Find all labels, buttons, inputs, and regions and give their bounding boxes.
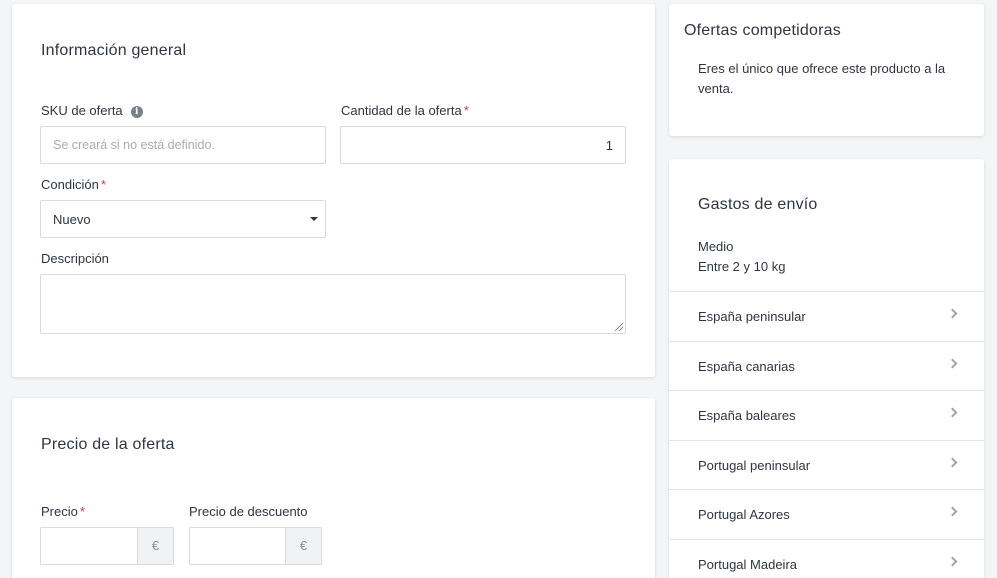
currency-addon: €	[285, 528, 321, 564]
region-label: Portugal Azores	[698, 507, 790, 522]
chevron-right-icon	[947, 407, 958, 418]
condition-select[interactable]: Nuevo	[40, 200, 326, 238]
resize-handle-icon[interactable]	[615, 323, 623, 331]
info-icon[interactable]: i	[130, 106, 143, 118]
shipping-region-espana-peninsular[interactable]: España peninsular	[669, 291, 984, 340]
price-label: Precio *	[41, 504, 85, 519]
chevron-right-icon	[947, 457, 958, 468]
shipping-size: Medio	[698, 239, 734, 254]
chevron-right-icon	[947, 358, 958, 369]
shipping-region-portugal-peninsular[interactable]: Portugal peninsular	[669, 440, 984, 489]
shipping-region-portugal-azores[interactable]: Portugal Azores	[669, 489, 984, 538]
competitor-offers-message: Eres el único que ofrece este producto a…	[698, 61, 946, 96]
condition-label: Condición *	[41, 177, 106, 192]
region-label: España peninsular	[698, 309, 806, 324]
condition-label-text: Condición	[41, 177, 99, 192]
price-title: Precio de la oferta	[41, 436, 175, 453]
description-label: Descripción	[41, 251, 109, 266]
chevron-right-icon	[947, 308, 958, 319]
condition-value: Nuevo	[53, 212, 91, 227]
shipping-region-portugal-madeira[interactable]: Portugal Madeira	[669, 539, 984, 578]
description-textarea[interactable]	[40, 274, 626, 334]
currency-addon: €	[137, 528, 173, 564]
chevron-right-icon	[947, 506, 958, 517]
discount-price-label: Precio de descuento	[189, 504, 308, 519]
price-card: Precio de la oferta Precio * € Precio de …	[12, 398, 655, 578]
required-mark: *	[79, 504, 85, 519]
shipping-region-espana-baleares[interactable]: España baleares	[669, 390, 984, 439]
region-label: Portugal peninsular	[698, 458, 811, 473]
required-mark: *	[463, 103, 469, 118]
price-label-text: Precio	[41, 504, 78, 519]
competitor-offers-title: Ofertas competidoras	[684, 22, 841, 39]
quantity-label: Cantidad de la oferta *	[341, 103, 469, 118]
sku-input[interactable]: Se creará si no está definido.	[40, 126, 326, 164]
general-info-title: Información general	[41, 42, 187, 59]
general-info-card: Información general SKU de oferta i Se cr…	[12, 4, 655, 377]
region-label: España canarias	[698, 359, 795, 374]
shipping-weight-range: Entre 2 y 10 kg	[698, 259, 786, 274]
discount-price-input[interactable]: €	[189, 527, 322, 565]
region-label: España baleares	[698, 408, 796, 423]
sku-label: SKU de oferta i	[41, 103, 143, 118]
shipping-costs-card: Gastos de envío Medio Entre 2 y 10 kg Es…	[669, 159, 984, 578]
shipping-region-espana-canarias[interactable]: España canarias	[669, 341, 984, 390]
price-input[interactable]: €	[40, 527, 174, 565]
chevron-right-icon	[947, 556, 958, 567]
quantity-value: 1	[605, 138, 613, 153]
sku-placeholder: Se creará si no está definido.	[53, 138, 215, 152]
shipping-title: Gastos de envío	[698, 196, 818, 213]
required-mark: *	[100, 177, 106, 192]
quantity-input[interactable]: 1	[340, 126, 626, 164]
region-label: Portugal Madeira	[698, 557, 797, 572]
competitor-offers-card: Ofertas competidoras Eres el único que o…	[669, 4, 984, 136]
caret-down-icon	[310, 217, 318, 221]
sku-label-text: SKU de oferta	[41, 103, 123, 118]
quantity-label-text: Cantidad de la oferta	[341, 103, 462, 118]
